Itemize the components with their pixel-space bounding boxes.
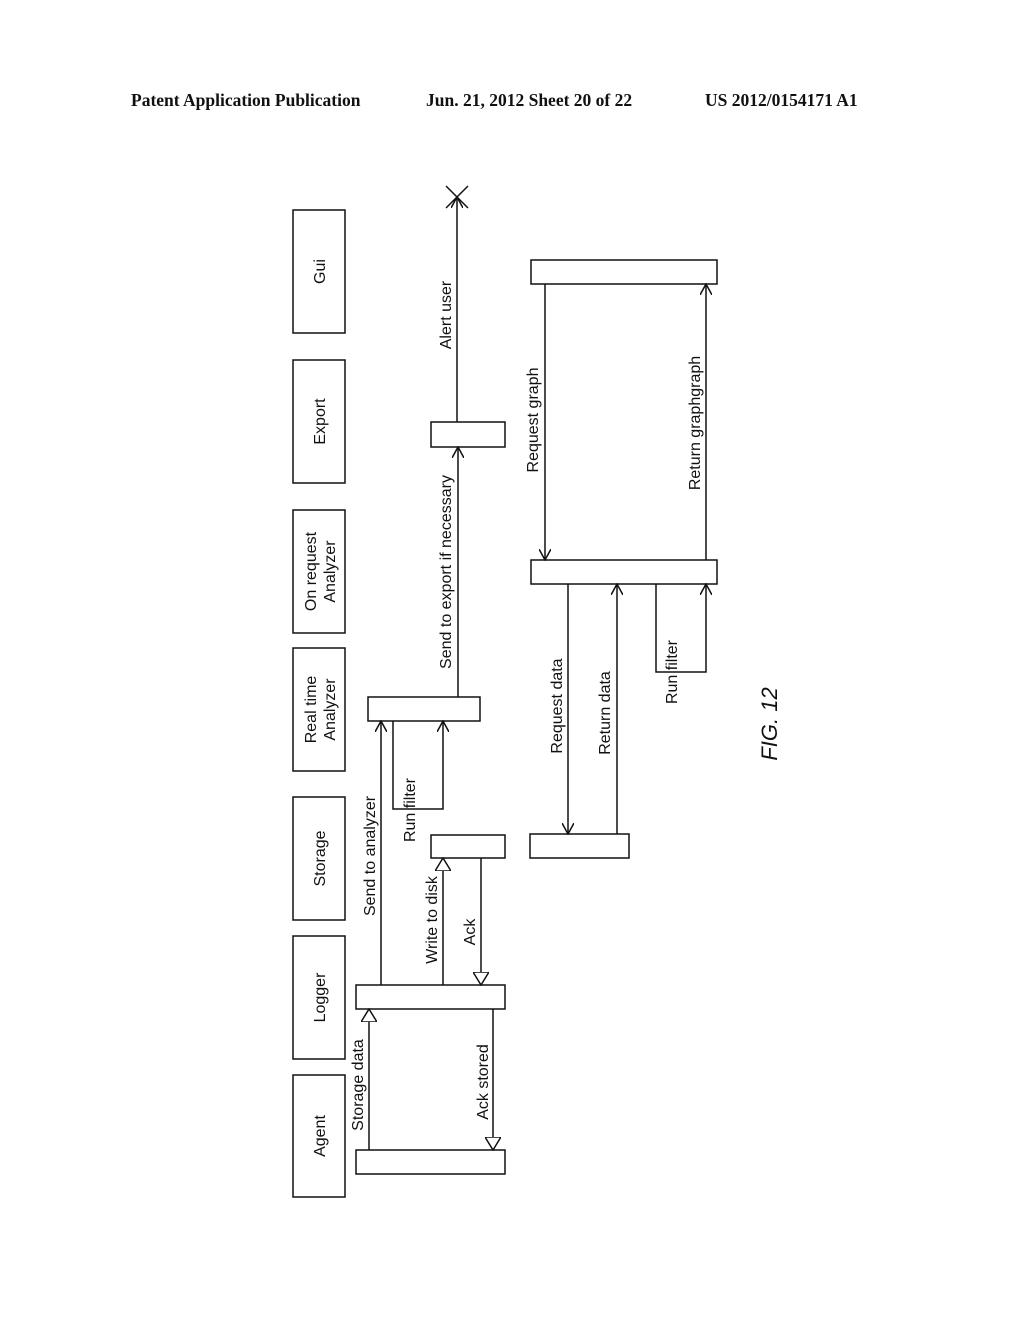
lifeline-label: On request bbox=[303, 531, 320, 611]
lifeline-label: Agent bbox=[312, 1115, 329, 1157]
activation-on-request-analyzer bbox=[530, 559, 718, 585]
activation-real-time-analyzer bbox=[367, 696, 481, 722]
message-label: Alert user bbox=[438, 280, 455, 349]
lifeline-label: Gui bbox=[312, 259, 329, 284]
message-run-filter-on-request: Run filter bbox=[655, 584, 706, 704]
lifeline-header-storage: Storage bbox=[292, 796, 346, 921]
lifeline-label: Export bbox=[312, 398, 329, 445]
lifeline-header-logger: Logger bbox=[292, 935, 346, 1060]
message-alert-user: Alert user bbox=[438, 185, 469, 422]
message-label: Write to disk bbox=[424, 875, 441, 964]
message-ack: Ack bbox=[462, 858, 481, 985]
message-label: Return data bbox=[597, 671, 614, 755]
message-label: Run filter bbox=[402, 777, 419, 842]
message-label: Request graph bbox=[525, 368, 542, 473]
message-return-data: Return data bbox=[597, 584, 617, 834]
lifeline-header-export: Export bbox=[292, 359, 346, 484]
activation-gui bbox=[530, 259, 718, 285]
message-label: Return graphgraph bbox=[687, 356, 704, 490]
message-label: Send to export if necessary bbox=[438, 475, 455, 669]
lifeline-label: Logger bbox=[312, 972, 329, 1022]
message-send-to-export: Send to export if necessary bbox=[438, 447, 458, 697]
message-send-to-analyzer: Send to analyzer bbox=[362, 721, 381, 985]
activation-export bbox=[430, 421, 506, 448]
message-label: Send to analyzer bbox=[362, 795, 379, 916]
lifeline-header-on-request-analyzer: On request Analyzer bbox=[292, 509, 346, 634]
activation-agent bbox=[355, 1149, 506, 1175]
message-write-to-disk: Write to disk bbox=[424, 858, 443, 985]
lifeline-label: Storage bbox=[312, 830, 329, 886]
lifeline-header-agent: Agent bbox=[292, 1074, 346, 1198]
message-label: Request data bbox=[549, 658, 566, 753]
lifeline-label: Analyzer bbox=[322, 540, 339, 603]
message-storage-data: Storage data bbox=[350, 1009, 369, 1150]
message-return-graph: Return graphgraph bbox=[687, 284, 706, 560]
message-request-graph: Request graph bbox=[525, 284, 545, 560]
lifeline-header-gui: Gui bbox=[292, 209, 346, 334]
activation-storage-write bbox=[430, 834, 506, 859]
lifeline-label: Analyzer bbox=[322, 678, 339, 741]
lifeline-header-real-time-analyzer: Real time Analyzer bbox=[292, 647, 346, 772]
message-ack-stored: Ack stored bbox=[475, 1009, 493, 1150]
figure-label: FIG. 12 bbox=[757, 687, 782, 760]
message-label: Ack stored bbox=[475, 1044, 492, 1120]
message-label: Ack bbox=[462, 918, 479, 946]
sequence-diagram: Gui Export On request Analyzer Real time… bbox=[292, 185, 782, 1198]
message-request-data: Request data bbox=[549, 584, 568, 834]
message-label: Storage data bbox=[350, 1039, 367, 1131]
activation-logger bbox=[355, 984, 506, 1010]
activation-storage-read bbox=[529, 833, 630, 859]
message-run-filter-realtime: Run filter bbox=[392, 721, 443, 842]
lifeline-label: Real time bbox=[303, 676, 320, 744]
message-label: Run filter bbox=[664, 639, 681, 704]
